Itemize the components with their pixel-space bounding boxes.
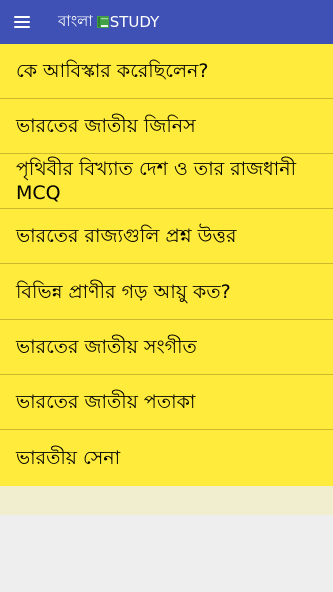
menu-button[interactable] bbox=[0, 0, 44, 44]
list-item-label: ভারতের রাজ্যগুলি প্রশ্ন উত্তর bbox=[16, 225, 237, 247]
list-item[interactable]: ভারতের রাজ্যগুলি প্রশ্ন উত্তর bbox=[0, 209, 333, 264]
list-item-label: ভারতের জাতীয় সংগীত bbox=[16, 336, 197, 358]
list-item-label: কে আবিস্কার করেছিলেন? bbox=[16, 60, 209, 82]
list-item[interactable]: পৃথিবীর বিখ্যাত দেশ ও তার রাজধানী MCQ bbox=[0, 154, 333, 209]
list-item-label: ভারতের জাতীয় পতাকা bbox=[16, 391, 196, 413]
list-item[interactable]: বিভিন্ন প্রাণীর গড় আয়ু কত? bbox=[0, 264, 333, 320]
list-item[interactable]: কে আবিস্কার করেছিলেন? bbox=[0, 44, 333, 99]
list-item-label: ভারতের জাতীয় জিনিস bbox=[16, 115, 196, 137]
list-item[interactable]: ভারতের জাতীয় সংগীত bbox=[0, 320, 333, 375]
app-title-prefix: বাংলা bbox=[58, 11, 93, 30]
footer-band bbox=[0, 486, 333, 515]
app-title-suffix: STUDY bbox=[109, 13, 160, 31]
app-bar: বাংলা STUDY bbox=[0, 0, 333, 44]
hamburger-menu-icon bbox=[14, 16, 30, 28]
list-item-label: বিভিন্ন প্রাণীর গড় আয়ু কত? bbox=[16, 280, 231, 303]
list-item-label: পৃথিবীর বিখ্যাত দেশ ও তার রাজধানী MCQ bbox=[16, 158, 297, 204]
list-item[interactable]: ভারতীয় সেনা bbox=[0, 430, 333, 486]
topic-list: কে আবিস্কার করেছিলেন? ভারতের জাতীয় জিনি… bbox=[0, 44, 333, 486]
list-item[interactable]: ভারতের জাতীয় পতাকা bbox=[0, 375, 333, 430]
app-title: বাংলা STUDY bbox=[58, 10, 159, 35]
list-item-label: ভারতীয় সেনা bbox=[16, 447, 121, 469]
empty-area bbox=[0, 515, 333, 592]
book-icon bbox=[96, 16, 109, 28]
list-item[interactable]: ভারতের জাতীয় জিনিস bbox=[0, 99, 333, 154]
